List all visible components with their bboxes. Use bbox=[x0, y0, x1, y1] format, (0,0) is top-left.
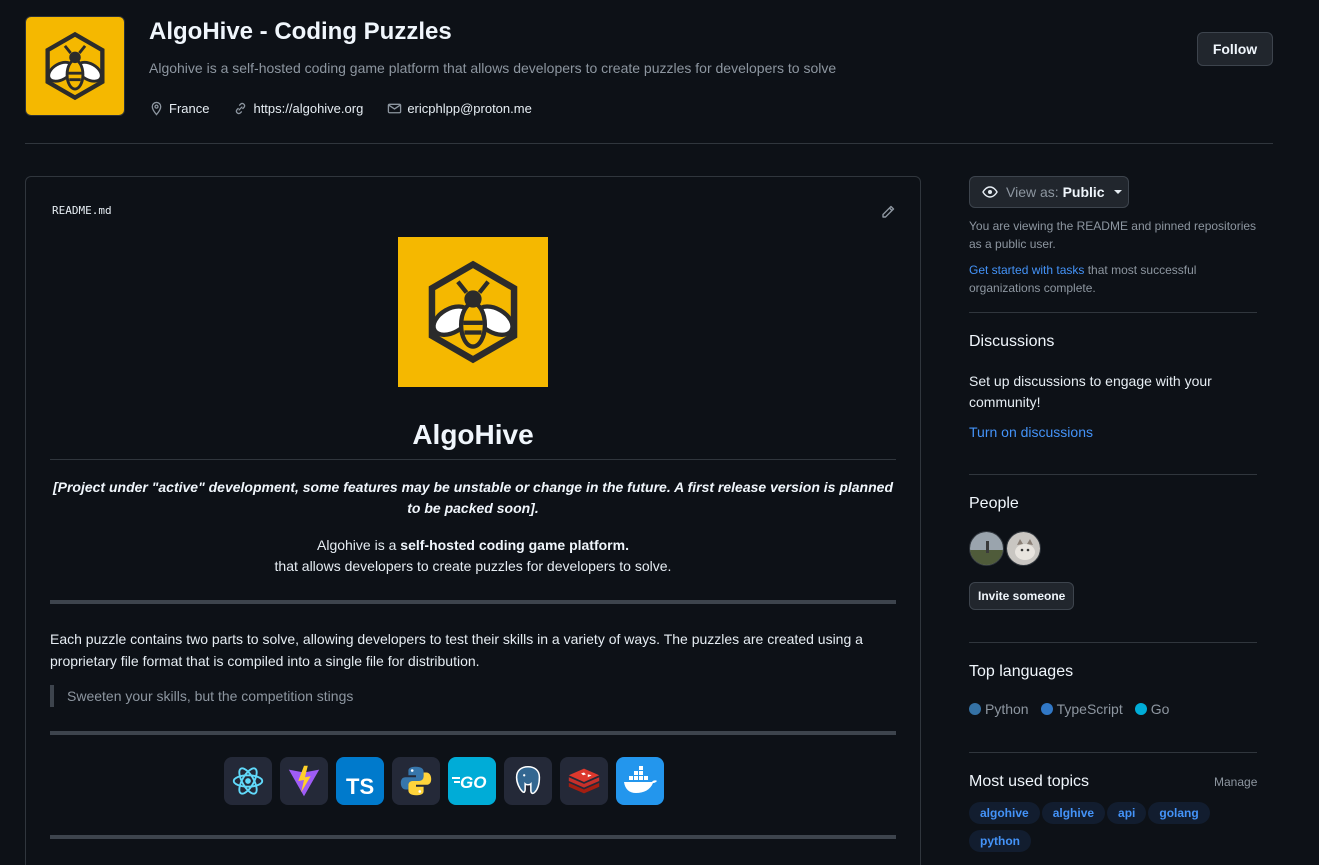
topic-tag[interactable]: algohive bbox=[969, 802, 1040, 824]
get-started-link[interactable]: Get started with tasks bbox=[969, 263, 1084, 277]
python-icon bbox=[392, 757, 440, 805]
discussions-text: Set up discussions to engage with your c… bbox=[969, 373, 1212, 410]
readme-logo bbox=[398, 237, 548, 387]
email-item[interactable]: ericphlpp@proton.me bbox=[387, 101, 532, 116]
intro-text: Algohive is a self-hosted coding game pl… bbox=[26, 535, 920, 577]
tech-stack: TS GO bbox=[224, 757, 664, 805]
section-divider bbox=[50, 835, 896, 839]
react-icon bbox=[224, 757, 272, 805]
mail-icon bbox=[388, 103, 402, 114]
org-meta: France https://algohive.org ericphlpp@pr… bbox=[149, 101, 532, 116]
discussions-heading: Discussions bbox=[969, 333, 1055, 350]
dev-notice: [Project under "active" development, som… bbox=[52, 479, 894, 516]
topic-tag[interactable]: python bbox=[969, 830, 1031, 852]
bee-logo-icon bbox=[428, 260, 518, 364]
intro-prefix: Algohive is a bbox=[317, 537, 401, 553]
intro-bold: self-hosted coding game platform. bbox=[400, 537, 629, 553]
people-heading: People bbox=[969, 495, 1019, 512]
readme-title: AlgoHive bbox=[412, 419, 534, 450]
sidebar-divider bbox=[969, 752, 1257, 753]
link-icon bbox=[236, 102, 246, 115]
docker-icon bbox=[616, 757, 664, 805]
view-as-value: Public bbox=[1062, 184, 1105, 200]
vite-icon bbox=[280, 757, 328, 805]
website-link[interactable]: https://algohive.org bbox=[253, 101, 363, 116]
avatar[interactable] bbox=[969, 531, 1004, 566]
section-divider bbox=[50, 731, 896, 735]
email-link[interactable]: ericphlpp@proton.me bbox=[407, 101, 531, 116]
description-paragraph: Each puzzle contains two parts to solve,… bbox=[50, 631, 863, 669]
languages-list: Python TypeScript Go bbox=[969, 701, 1169, 717]
language-dot bbox=[1040, 703, 1053, 715]
turn-on-discussions-link[interactable]: Turn on discussions bbox=[969, 424, 1257, 440]
redis-icon bbox=[560, 757, 608, 805]
people-list bbox=[969, 531, 1041, 566]
sidebar-divider bbox=[969, 474, 1257, 475]
view-as-label: View as: Public bbox=[1006, 184, 1105, 200]
language-dot bbox=[1134, 703, 1147, 715]
topics-list: algohive alghive api golang python bbox=[969, 802, 1229, 852]
languages-heading: Top languages bbox=[969, 663, 1074, 680]
manage-topics-link[interactable]: Manage bbox=[1214, 775, 1257, 789]
readme-filename: README.md bbox=[52, 204, 112, 217]
view-as-note: You are viewing the README and pinned re… bbox=[969, 219, 1257, 251]
language-item: Go bbox=[1134, 701, 1169, 717]
readme-panel: README.md AlgoHive [Project under "activ… bbox=[25, 176, 921, 865]
sidebar-divider bbox=[969, 642, 1257, 643]
location-item: France bbox=[149, 101, 209, 116]
title-divider bbox=[50, 459, 896, 460]
svg-text:GO: GO bbox=[460, 773, 486, 792]
header-divider bbox=[25, 143, 1273, 144]
bee-logo-icon bbox=[45, 31, 105, 101]
topics-heading: Most used topics bbox=[969, 773, 1090, 790]
language-dot bbox=[969, 703, 981, 715]
follow-button[interactable]: Follow bbox=[1197, 32, 1273, 66]
section-divider bbox=[50, 600, 896, 604]
avatar[interactable] bbox=[1006, 531, 1041, 566]
eye-icon bbox=[982, 186, 998, 198]
language-item: TypeScript bbox=[1040, 701, 1123, 717]
org-avatar bbox=[25, 16, 125, 116]
org-name: AlgoHive - Coding Puzzles bbox=[149, 18, 452, 45]
get-started-text: Get started with tasks that most success… bbox=[969, 263, 1197, 295]
intro-line2: that allows developers to create puzzles… bbox=[274, 558, 672, 574]
location-text: France bbox=[169, 101, 210, 116]
svg-text:TS: TS bbox=[346, 774, 374, 799]
topic-tag[interactable]: api bbox=[1107, 802, 1147, 824]
org-description: Algohive is a self-hosted coding game pl… bbox=[149, 60, 837, 76]
typescript-icon: TS bbox=[336, 757, 384, 805]
tagline-quote: Sweeten your skills, but the competition… bbox=[50, 685, 353, 707]
topic-tag[interactable]: alghive bbox=[1041, 802, 1106, 824]
language-item: Python bbox=[969, 701, 1029, 717]
website-item[interactable]: https://algohive.org bbox=[233, 101, 363, 116]
go-icon: GO bbox=[448, 757, 496, 805]
sidebar-divider bbox=[969, 312, 1257, 313]
topic-tag[interactable]: golang bbox=[1148, 802, 1210, 824]
location-pin-icon bbox=[151, 101, 162, 116]
view-as-dropdown[interactable]: View as: Public bbox=[969, 176, 1129, 208]
postgresql-icon bbox=[504, 757, 552, 805]
caret-down-icon bbox=[1113, 190, 1122, 194]
pencil-icon[interactable] bbox=[880, 204, 896, 220]
invite-button[interactable]: Invite someone bbox=[969, 582, 1075, 610]
